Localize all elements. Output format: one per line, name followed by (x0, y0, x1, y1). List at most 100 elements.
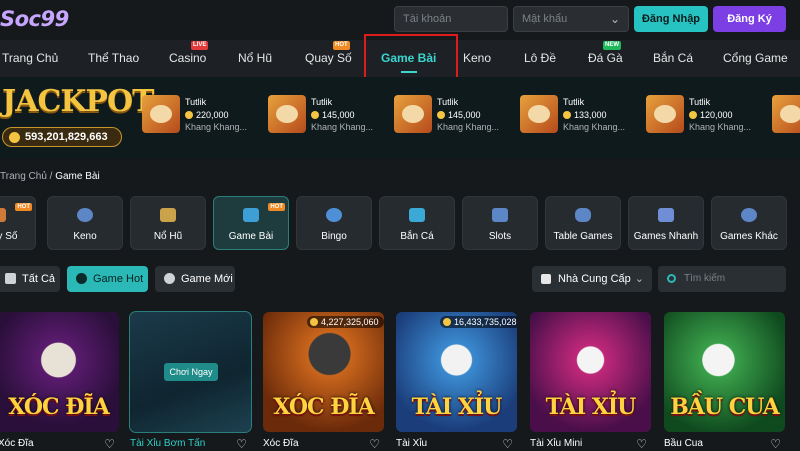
category-fast-games[interactable]: Games Nhanh (628, 196, 704, 250)
winner-name: Tutlik (437, 97, 459, 107)
nav-item-cockfight[interactable]: Đá Gà NEW (588, 40, 623, 77)
login-button[interactable]: Đăng Nhập (634, 6, 708, 32)
game-jackpot-value: 4,227,325,060 (321, 317, 379, 327)
game-card[interactable]: Chơi Ngay Tài Xỉu Bơm Tấn ♡ (129, 311, 252, 451)
game-thumbnail (646, 95, 684, 133)
category-label: Bingo (321, 231, 347, 242)
game-thumbnail: 4,227,325,060 XÓC ĐĨA (263, 312, 384, 432)
winner-game: Khang Khang... (563, 122, 626, 132)
nav-label: Keno (463, 51, 492, 65)
category-slots-jackpot[interactable]: Nổ Hũ (130, 196, 206, 250)
filter-all-button[interactable]: Tất Cả (0, 266, 60, 292)
category-label: Slots (488, 231, 512, 242)
nav-item-lottery[interactable]: Quay Số HOT (305, 40, 352, 77)
category-other-games[interactable]: Games Khác (711, 196, 787, 250)
winner-game: Khang Khang... (689, 122, 752, 132)
jackpot-winner-card[interactable]: Tutlik 145,000 Khang Khang... (264, 91, 384, 145)
play-now-button[interactable]: Chơi Ngay (164, 363, 218, 381)
filter-label: Tất Cả (22, 273, 56, 285)
nav-item-casino[interactable]: Casino LIVE (169, 40, 209, 77)
winner-amount-value: 133,000 (574, 110, 607, 120)
nav-item-sports[interactable]: Thể Thao (88, 40, 139, 77)
favorite-heart-icon[interactable]: ♡ (369, 437, 380, 451)
game-card[interactable]: BẦU CUA Bầu Cua ♡ (664, 312, 785, 451)
jackpot-winner-card[interactable]: Tutlik 133,000 Khang Khang... (516, 91, 636, 145)
favorite-heart-icon[interactable]: ♡ (502, 437, 513, 451)
favorite-heart-icon[interactable]: ♡ (104, 437, 115, 451)
category-bingo[interactable]: Bingo (296, 196, 372, 250)
search-icon (667, 274, 676, 283)
password-field[interactable]: Mật khẩu ⌄ (513, 6, 629, 32)
coin-icon (311, 111, 319, 119)
nav-item-fishing[interactable]: Bắn Cá (653, 40, 693, 77)
game-card[interactable]: TÀI XỈU Tài Xỉu Mini ♡ (530, 312, 651, 451)
game-card[interactable]: 16,433,735,028 TÀI XỈU Tài Xỉu ♡ (396, 312, 517, 451)
coin-icon (563, 111, 571, 119)
breadcrumb-separator: / (49, 171, 53, 182)
winner-amount: 133,000 (563, 110, 607, 120)
category-table-games[interactable]: Table Games (545, 196, 621, 250)
search-input[interactable]: Tìm kiếm (658, 266, 786, 292)
category-lottery[interactable]: Quay Số HOT (0, 196, 36, 250)
winner-name: Tutlik (689, 97, 711, 107)
favorite-heart-icon[interactable]: ♡ (236, 437, 247, 451)
jackpot-winner-card[interactable]: Tutlik 120,000 Khang Khang... (642, 91, 762, 145)
game-thumbnail (520, 95, 558, 133)
chevron-down-icon: ⌄ (634, 273, 644, 285)
table-games-icon (575, 208, 591, 222)
keno-icon (77, 208, 93, 222)
category-keno[interactable]: Keno (47, 196, 123, 250)
nav-label: Quay Số (305, 51, 352, 65)
hot-badge: HOT (15, 203, 32, 211)
nav-label: Bắn Cá (653, 51, 694, 65)
register-button[interactable]: Đăng Ký (713, 6, 786, 32)
game-thumbnail: TÀI XỈU (530, 312, 651, 432)
provider-label: Nhà Cung Cấp (558, 273, 631, 285)
game-thumbnail: BẦU CUA (664, 312, 785, 432)
filter-new-button[interactable]: Game Mới (155, 266, 235, 292)
password-placeholder: Mật khẩu (522, 13, 568, 25)
jackpot-winner-card-partial[interactable] (768, 91, 800, 145)
category-card-games[interactable]: Game Bài HOT (213, 196, 289, 250)
category-label: Game Bài (228, 231, 274, 242)
game-card[interactable]: 4,227,325,060 XÓC ĐĨA Xóc Đĩa ♡ (263, 312, 384, 451)
new-icon (164, 273, 175, 284)
nav-item-keno[interactable]: Keno (463, 40, 491, 77)
favorite-heart-icon[interactable]: ♡ (770, 437, 781, 451)
provider-dropdown[interactable]: Nhà Cung Cấp ⌄ (532, 266, 652, 292)
site-logo[interactable]: Soc99 (0, 7, 69, 31)
nav-label: Đá Gà (588, 51, 623, 65)
category-label: Nổ Hũ (153, 231, 183, 242)
game-thumbnail: Chơi Ngay (129, 311, 252, 433)
breadcrumb: Trang Chủ / Game Bài (0, 171, 100, 182)
jackpot-winner-card[interactable]: Tutlik 220,000 Khang Khang... (138, 91, 258, 145)
show-password-icon[interactable]: ⌄ (610, 7, 620, 31)
filter-hot-button[interactable]: Game Hot (67, 266, 148, 292)
game-name: Bầu Cua (664, 438, 703, 449)
username-field[interactable]: Tài khoản (394, 6, 508, 32)
winner-amount-value: 220,000 (196, 110, 229, 120)
slots-icon (492, 208, 508, 222)
game-jackpot-value: 16,433,735,028 (454, 317, 517, 327)
favorite-heart-icon[interactable]: ♡ (636, 437, 647, 451)
breadcrumb-home[interactable]: Trang Chủ (0, 171, 47, 182)
coin-icon (443, 318, 451, 326)
coin-icon (689, 111, 697, 119)
category-slots[interactable]: Slots (462, 196, 538, 250)
coin-icon (185, 111, 193, 119)
nav-label: Thể Thao (88, 51, 140, 65)
category-fishing[interactable]: Bắn Cá (379, 196, 455, 250)
nav-item-home[interactable]: Trang Chủ (2, 40, 58, 77)
nav-item-lo-de[interactable]: Lô Đề (524, 40, 556, 77)
category-label: Quay Số (0, 231, 18, 242)
game-thumbnail: XÓC ĐĨA (0, 312, 119, 432)
nav-item-slots[interactable]: Nổ Hũ (238, 40, 272, 77)
slot-machine-icon (160, 208, 176, 222)
game-card[interactable]: XÓC ĐĨA Xóc Đĩa ♡ (0, 312, 119, 451)
jackpot-winner-card[interactable]: Tutlik 145,000 Khang Khang... (390, 91, 510, 145)
nav-item-game-portal[interactable]: Cổng Game (723, 40, 788, 77)
nav-label: Trang Chủ (2, 51, 59, 65)
fish-icon (409, 208, 425, 222)
lottery-icon (0, 208, 6, 222)
winner-amount: 120,000 (689, 110, 733, 120)
